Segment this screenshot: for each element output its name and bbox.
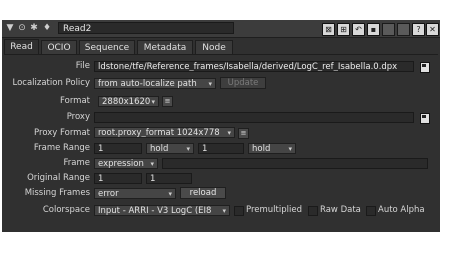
auto-alpha-checkbox[interactable] [366, 206, 376, 216]
raw-data-checkbox[interactable] [308, 206, 318, 216]
proxy-label: Proxy [66, 112, 90, 122]
float-icon[interactable]: ▪ [367, 23, 380, 36]
frame-range-end-mode-dropdown[interactable]: hold ▾ [248, 143, 296, 154]
tab-node[interactable]: Node [195, 40, 233, 54]
localization-policy-label: Localization Policy [12, 78, 91, 88]
proxy-format-value: root.proxy_format 1024x778 [98, 128, 220, 138]
tab-divider [4, 54, 438, 55]
chevron-down-icon: ▾ [208, 80, 212, 88]
settings-icon[interactable]: ✱ [29, 23, 39, 33]
frame-label: Frame [63, 158, 90, 168]
proxy-format-label: Proxy Format [34, 128, 90, 138]
proxy-format-dropdown[interactable]: root.proxy_format 1024x778 ▾ [94, 127, 235, 138]
reload-button[interactable]: reload [180, 187, 226, 199]
colorspace-value: Input - ARRI - V3 LogC (EI8 [98, 206, 212, 216]
raw-data-label: Raw Data [320, 205, 361, 215]
colorspace-label: Colorspace [42, 205, 90, 215]
revert-icon[interactable]: ↶ [352, 23, 365, 36]
menu-arrow-icon[interactable]: ▼ [5, 23, 15, 33]
tab-sequence[interactable]: Sequence [79, 40, 135, 54]
chevron-down-icon: ▾ [151, 98, 155, 106]
missing-frames-dropdown[interactable]: error ▾ [94, 188, 176, 199]
frame-range-end-field[interactable]: 1 [198, 143, 244, 154]
zoom-icon[interactable]: ⊠ [322, 23, 335, 36]
file-label: File [75, 61, 90, 71]
original-range-start-field[interactable]: 1 [94, 173, 142, 184]
chevron-down-icon: ▾ [186, 145, 190, 153]
proxy-format-menu-icon[interactable]: ≡ [238, 128, 249, 139]
missing-frames-value: error [98, 189, 119, 199]
original-range-end-field[interactable]: 1 [146, 173, 192, 184]
premultiplied-label: Premultiplied [246, 205, 302, 215]
frame-range-start-field[interactable]: 1 [94, 143, 142, 154]
proxy-browse-icon[interactable] [420, 113, 430, 124]
update-button[interactable]: Update [220, 77, 266, 89]
frame-mode-dropdown[interactable]: expression ▾ [94, 158, 158, 169]
frame-expression-field[interactable] [162, 158, 428, 169]
chevron-down-icon: ▾ [227, 129, 231, 137]
original-range-label: Original Range [27, 173, 90, 183]
chevron-down-icon: ▾ [168, 190, 172, 198]
frame-range-label: Frame Range [33, 143, 90, 153]
format-label: Format [60, 96, 90, 106]
frame-range-start-mode-value: hold [150, 144, 169, 154]
missing-frames-label: Missing Frames [24, 188, 90, 198]
format-value: 2880x1620 [102, 97, 151, 107]
chevron-down-icon: ▾ [222, 207, 226, 215]
colorspace-dropdown[interactable]: Input - ARRI - V3 LogC (EI8 ▾ [94, 205, 230, 216]
file-path-field[interactable]: ldstone/tfe/Reference_frames/Isabella/de… [94, 61, 414, 72]
color-swatch-2[interactable] [397, 23, 410, 36]
color-swatch-1[interactable] [382, 23, 395, 36]
tab-metadata[interactable]: Metadata [137, 40, 193, 54]
panel-scrollbar[interactable] [441, 20, 449, 232]
tab-ocio[interactable]: OCIO [41, 40, 77, 54]
center-icon[interactable]: ⊞ [337, 23, 350, 36]
premultiplied-checkbox[interactable] [234, 206, 244, 216]
localization-policy-value: from auto-localize path [98, 79, 197, 89]
proxy-path-field[interactable] [94, 112, 414, 123]
frame-range-end-mode-value: hold [252, 144, 271, 154]
format-menu-icon[interactable]: ≡ [162, 96, 173, 107]
panel-titlebar: ▼ ⊙ ✱ ♦ Read2 ⊠ ⊞ ↶ ▪ ? ✕ [2, 20, 440, 38]
localization-policy-dropdown[interactable]: from auto-localize path ▾ [94, 78, 216, 89]
read-node-icon: ♦ [42, 23, 52, 33]
file-browse-icon[interactable] [420, 62, 430, 73]
frame-mode-value: expression [98, 159, 144, 169]
chevron-down-icon: ▾ [288, 145, 292, 153]
chevron-down-icon: ▾ [150, 160, 154, 168]
format-dropdown[interactable]: 2880x1620 ▾ [98, 96, 159, 107]
pin-icon[interactable]: ⊙ [17, 23, 27, 33]
auto-alpha-label: Auto Alpha [378, 205, 425, 215]
node-name-field[interactable]: Read2 [58, 22, 234, 34]
help-icon[interactable]: ? [412, 23, 425, 36]
frame-range-start-mode-dropdown[interactable]: hold ▾ [146, 143, 194, 154]
close-icon[interactable]: ✕ [426, 23, 439, 36]
tab-read[interactable]: Read [4, 39, 39, 54]
